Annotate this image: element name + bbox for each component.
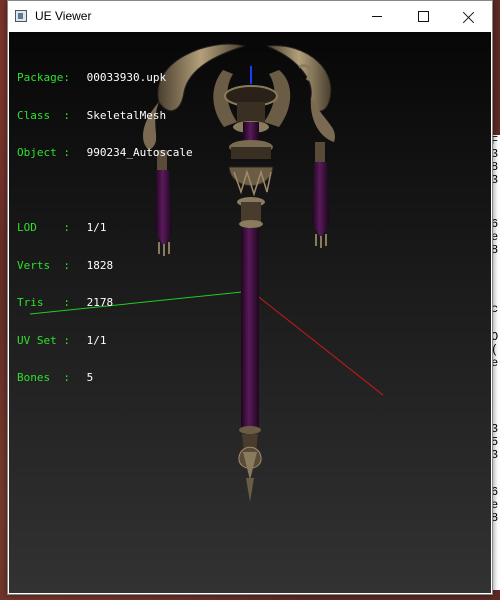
title-bar[interactable]: UE Viewer — [8, 1, 492, 32]
maximize-icon — [417, 11, 429, 22]
mesh-info-overlay: Package: 00033930.upk Class : SkeletalMe… — [17, 47, 193, 410]
info-lod: LOD : 1/1 — [17, 221, 107, 234]
minimize-icon — [372, 16, 382, 17]
info-object: Object : 990234_Autoscale — [17, 146, 193, 159]
3d-viewport[interactable]: Package: 00033930.upk Class : SkeletalMe… — [9, 32, 491, 593]
staff-bottom-ornament — [238, 426, 262, 502]
close-button[interactable] — [446, 1, 492, 32]
info-package: Package: 00033930.upk — [17, 71, 167, 84]
minimize-button[interactable] — [354, 1, 400, 32]
right-tassel — [312, 142, 329, 248]
info-bones: Bones : 5 — [17, 371, 94, 384]
x-axis-line — [254, 293, 384, 396]
maximize-button[interactable] — [400, 1, 446, 32]
info-uvset: UV Set : 1/1 — [17, 333, 107, 347]
info-class: Class : SkeletalMesh — [17, 108, 167, 122]
ue-viewer-window: UE Viewer Package: 00033930.upk Class: … — [7, 0, 493, 595]
staff-shaft — [241, 228, 259, 428]
info-verts: Verts : 1828 — [17, 258, 114, 272]
info-tris: Tris : 2178 — [17, 296, 114, 309]
app-window-icon[interactable] — [15, 10, 27, 22]
window-title: UE Viewer — [35, 9, 92, 23]
close-icon — [463, 11, 475, 23]
